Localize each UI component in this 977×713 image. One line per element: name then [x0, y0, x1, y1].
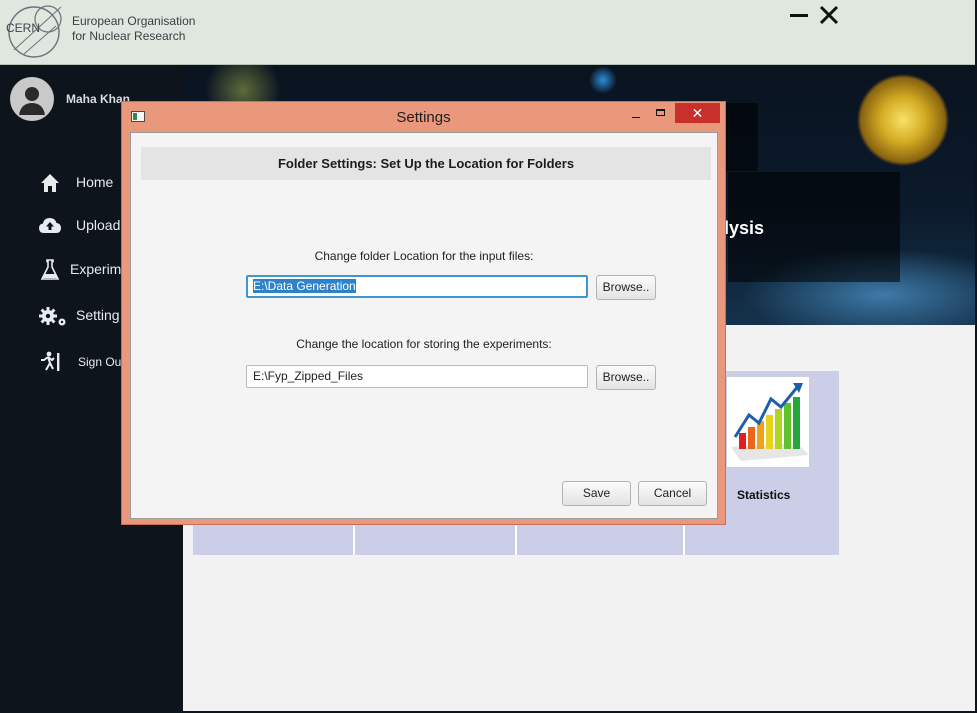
cloud-upload-icon	[39, 218, 61, 233]
nav-upload-label: Upload	[76, 217, 121, 233]
nav-home-label: Home	[76, 174, 114, 190]
nav-experiments-label: Experim	[70, 261, 122, 277]
statistics-label: Statistics	[737, 488, 791, 502]
statistics-chart-icon	[727, 377, 809, 467]
save-button[interactable]: Save	[562, 481, 631, 506]
nav-settings-label: Setting	[76, 307, 120, 323]
user-icon	[19, 87, 45, 115]
dialog-maximize-button[interactable]	[652, 106, 670, 124]
flask-icon	[40, 259, 60, 280]
input-folder-field[interactable]: E:\Data Generation	[246, 275, 588, 298]
storage-folder-label: Change the location for storing the expe…	[296, 337, 552, 351]
browse-storage-button[interactable]: Browse..	[596, 365, 656, 390]
storage-folder-value: E:\Fyp_Zipped_Files	[253, 369, 364, 383]
nav-sign-out-label: Sign Ou	[78, 355, 122, 369]
gears-icon	[39, 307, 66, 326]
dialog-close-button[interactable]: ✕	[675, 103, 720, 123]
org-name-line2: for Nuclear Research	[72, 29, 186, 43]
minimize-button[interactable]	[789, 6, 809, 26]
dialog-header: Folder Settings: Set Up the Location for…	[141, 147, 711, 180]
home-icon	[41, 174, 59, 192]
input-folder-value: E:\Data Generation	[253, 279, 356, 293]
input-folder-label: Change folder Location for the input fil…	[314, 249, 534, 263]
cern-logo: CERN	[6, 5, 62, 58]
dialog-content: Folder Settings: Set Up the Location for…	[130, 132, 718, 519]
banner-overlay	[723, 103, 758, 171]
cern-logo-text: CERN	[6, 21, 40, 35]
avatar[interactable]	[10, 77, 54, 121]
org-name-line1: European Organisation	[72, 14, 196, 28]
exit-icon	[41, 351, 60, 371]
org-name: European Organisation for Nuclear Resear…	[72, 14, 195, 44]
settings-dialog: Settings ✕ Folder Settings: Set Up the L…	[121, 101, 726, 525]
dialog-minimize-button[interactable]	[627, 106, 645, 124]
app-header: CERN European Organisation for Nuclear R…	[0, 0, 975, 65]
storage-folder-field[interactable]: E:\Fyp_Zipped_Files	[246, 365, 588, 388]
cancel-button[interactable]: Cancel	[638, 481, 707, 506]
browse-input-button[interactable]: Browse..	[596, 275, 656, 300]
close-button[interactable]	[818, 4, 840, 26]
close-icon	[819, 5, 839, 25]
